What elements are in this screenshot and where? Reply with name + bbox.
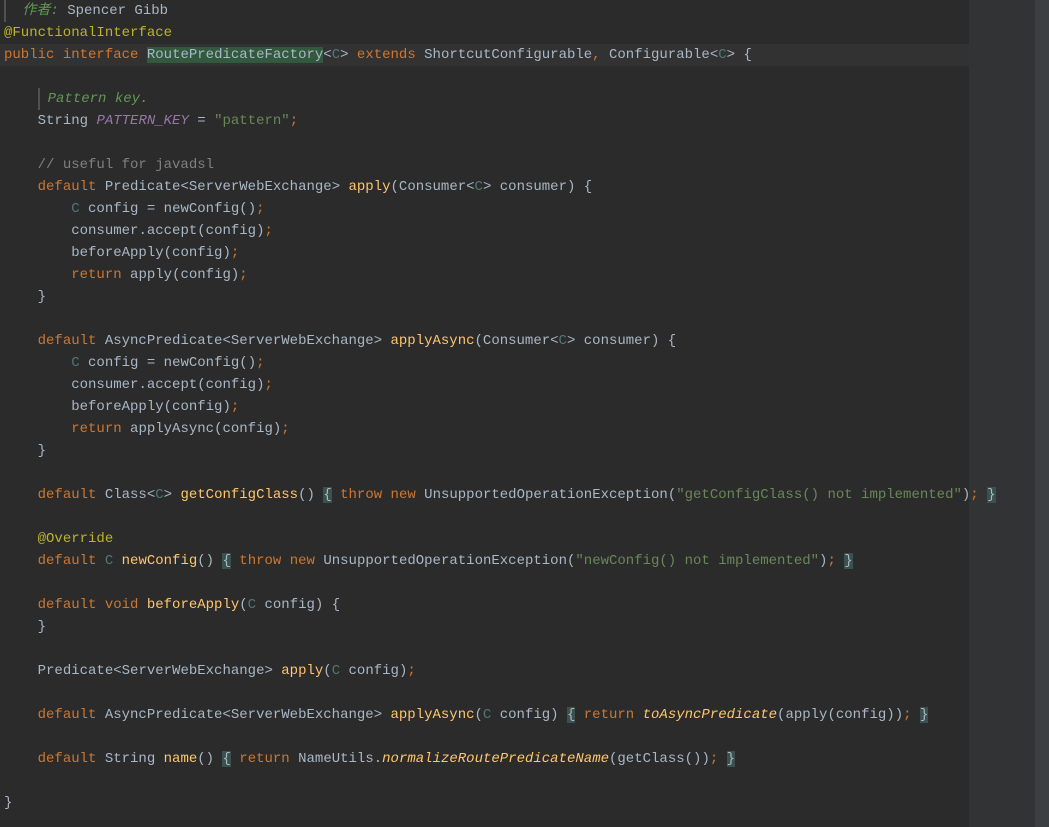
apply-abstract: Predicate<ServerWebExchange> apply(C con… xyxy=(4,660,1049,682)
applyasync-consumer-decl: default AsyncPredicate<ServerWebExchange… xyxy=(4,330,1049,352)
annotation-line: @FunctionalInterface xyxy=(4,22,1049,44)
doc-author-line: 作者: Spencer Gibb xyxy=(4,0,1049,22)
blank-line xyxy=(4,506,1049,528)
applyasync-config-decl: default AsyncPredicate<ServerWebExchange… xyxy=(4,704,1049,726)
blank-line xyxy=(4,66,1049,88)
applyasync-close: } xyxy=(4,440,1049,462)
blank-line xyxy=(4,572,1049,594)
blank-line xyxy=(4,770,1049,792)
blank-line xyxy=(4,638,1049,660)
beforeapply-decl: default void beforeApply(C config) { xyxy=(4,594,1049,616)
apply-body-4: return apply(config); xyxy=(4,264,1049,286)
blank-line xyxy=(4,308,1049,330)
applyasync-body-1: C config = newConfig(); xyxy=(4,352,1049,374)
blank-line xyxy=(4,682,1049,704)
code-editor[interactable]: 作者: Spencer Gibb @FunctionalInterface pu… xyxy=(0,0,1049,814)
apply-body-2: consumer.accept(config); xyxy=(4,220,1049,242)
pattern-key-field: String PATTERN_KEY = "pattern"; xyxy=(4,110,1049,132)
name-decl: default String name() { return NameUtils… xyxy=(4,748,1049,770)
pattern-doc: Pattern key. xyxy=(4,88,1049,110)
beforeapply-close: } xyxy=(4,616,1049,638)
newconfig-decl: default C newConfig() { throw new Unsupp… xyxy=(4,550,1049,572)
interface-decl: public interface RoutePredicateFactory<C… xyxy=(4,44,1049,66)
apply-close: } xyxy=(4,286,1049,308)
override-annotation: @Override xyxy=(4,528,1049,550)
comment-javadsl: // useful for javadsl xyxy=(4,154,1049,176)
blank-line xyxy=(4,462,1049,484)
interface-close: } xyxy=(4,792,1049,814)
blank-line xyxy=(4,726,1049,748)
apply-body-3: beforeApply(config); xyxy=(4,242,1049,264)
apply-consumer-decl: default Predicate<ServerWebExchange> app… xyxy=(4,176,1049,198)
applyasync-body-4: return applyAsync(config); xyxy=(4,418,1049,440)
getconfigclass-decl: default Class<C> getConfigClass() { thro… xyxy=(4,484,1049,506)
applyasync-body-2: consumer.accept(config); xyxy=(4,374,1049,396)
apply-body-1: C config = newConfig(); xyxy=(4,198,1049,220)
applyasync-body-3: beforeApply(config); xyxy=(4,396,1049,418)
blank-line xyxy=(4,132,1049,154)
